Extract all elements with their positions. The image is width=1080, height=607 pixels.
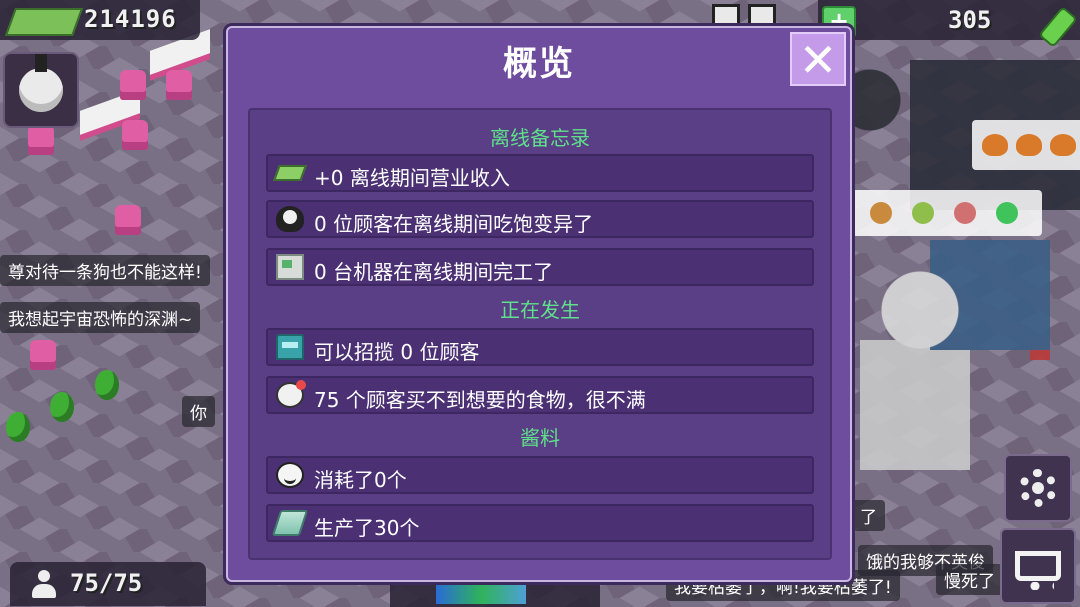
cash-icon [4,8,84,36]
chat-bubble: 你 [182,396,215,427]
dialog-title: 概览 [503,44,575,84]
chat-bubble: 慢死了 [936,564,1003,595]
chat-bubble: 尊对待一条狗也不能这样! [0,255,210,286]
list-item: 75 个顾客买不到想要的食物，很不满 [266,376,814,414]
gear-icon [1019,469,1057,507]
chat-bubble: 我想起宇宙恐怖的深渊~ [0,302,201,333]
cart-icon [1015,551,1061,590]
door-icon [276,334,304,360]
jelly-icon [996,202,1018,224]
row-text: 0 位顾客在离线期间吃饱变异了 [314,212,594,236]
close-button[interactable]: ✕ [790,32,846,86]
list-item: +0 离线期间营业收入 [266,154,814,192]
food-preference-burgers [852,190,1042,236]
row-text: 消耗了0个 [314,468,407,492]
burger-icon [954,202,976,224]
overview-dialog: 概览 ✕ 离线备忘录 +0 离线期间营业收入 0 位顾客在离线期间吃饱变异了 0… [226,26,852,582]
dialog-body: 离线备忘录 +0 离线期间营业收入 0 位顾客在离线期间吃饱变异了 0 台机器在… [248,108,832,560]
bottom-toolbar[interactable] [390,578,600,607]
customer-count: 75/75 [70,569,143,597]
list-item: 生产了30个 [266,504,814,542]
section-title-offline: 离线备忘录 [490,126,590,150]
chair [122,120,148,150]
plant [50,392,74,422]
chicken-icon [1050,134,1076,156]
burger-icon [912,202,934,224]
money-value: 214196 [84,5,177,33]
chair [30,340,56,370]
row-text: 生产了30个 [314,516,420,540]
list-item: 消耗了0个 [266,456,814,494]
burger-icon [870,202,892,224]
sauce-dispenser-icon [271,510,309,536]
plant [95,370,119,400]
chair [120,70,146,100]
chair [28,125,54,155]
row-text: 0 台机器在离线期间完工了 [314,260,554,284]
smile-icon [276,462,304,488]
chat-bubble: 了 [852,500,885,531]
section-title-sauce: 酱料 [520,426,560,450]
chair [115,205,141,235]
person-icon [30,570,58,598]
row-text: 可以招揽 0 位顾客 [314,340,480,364]
color-spectrum [436,582,526,604]
chicken-icon [982,134,1008,156]
energy-value: 305 [948,6,992,34]
money-counter: 214196 [0,0,200,40]
cash-icon [273,165,307,181]
chair [166,70,192,100]
row-text: 75 个顾客买不到想要的食物，很不满 [314,388,646,412]
settings-button[interactable] [1004,454,1072,522]
section-title-happening: 正在发生 [500,298,580,322]
list-item: 0 位顾客在离线期间吃饱变异了 [266,200,814,238]
customer-counter: 75/75 [10,562,206,606]
food-preference-chicken [972,120,1080,170]
shop-button[interactable] [1000,528,1076,604]
plant [6,412,30,442]
list-item: 可以招揽 0 位顾客 [266,328,814,366]
energy-counter: + 305 [818,0,1080,48]
manager-face-icon [19,54,63,112]
machine-icon [276,254,304,280]
list-item: 0 台机器在离线期间完工了 [266,248,814,286]
angry-customer-icon [276,380,306,408]
row-text: +0 离线期间营业收入 [314,166,510,190]
customer-face-icon [276,206,304,232]
manager-avatar-button[interactable] [3,52,79,128]
chicken-icon [1016,134,1042,156]
